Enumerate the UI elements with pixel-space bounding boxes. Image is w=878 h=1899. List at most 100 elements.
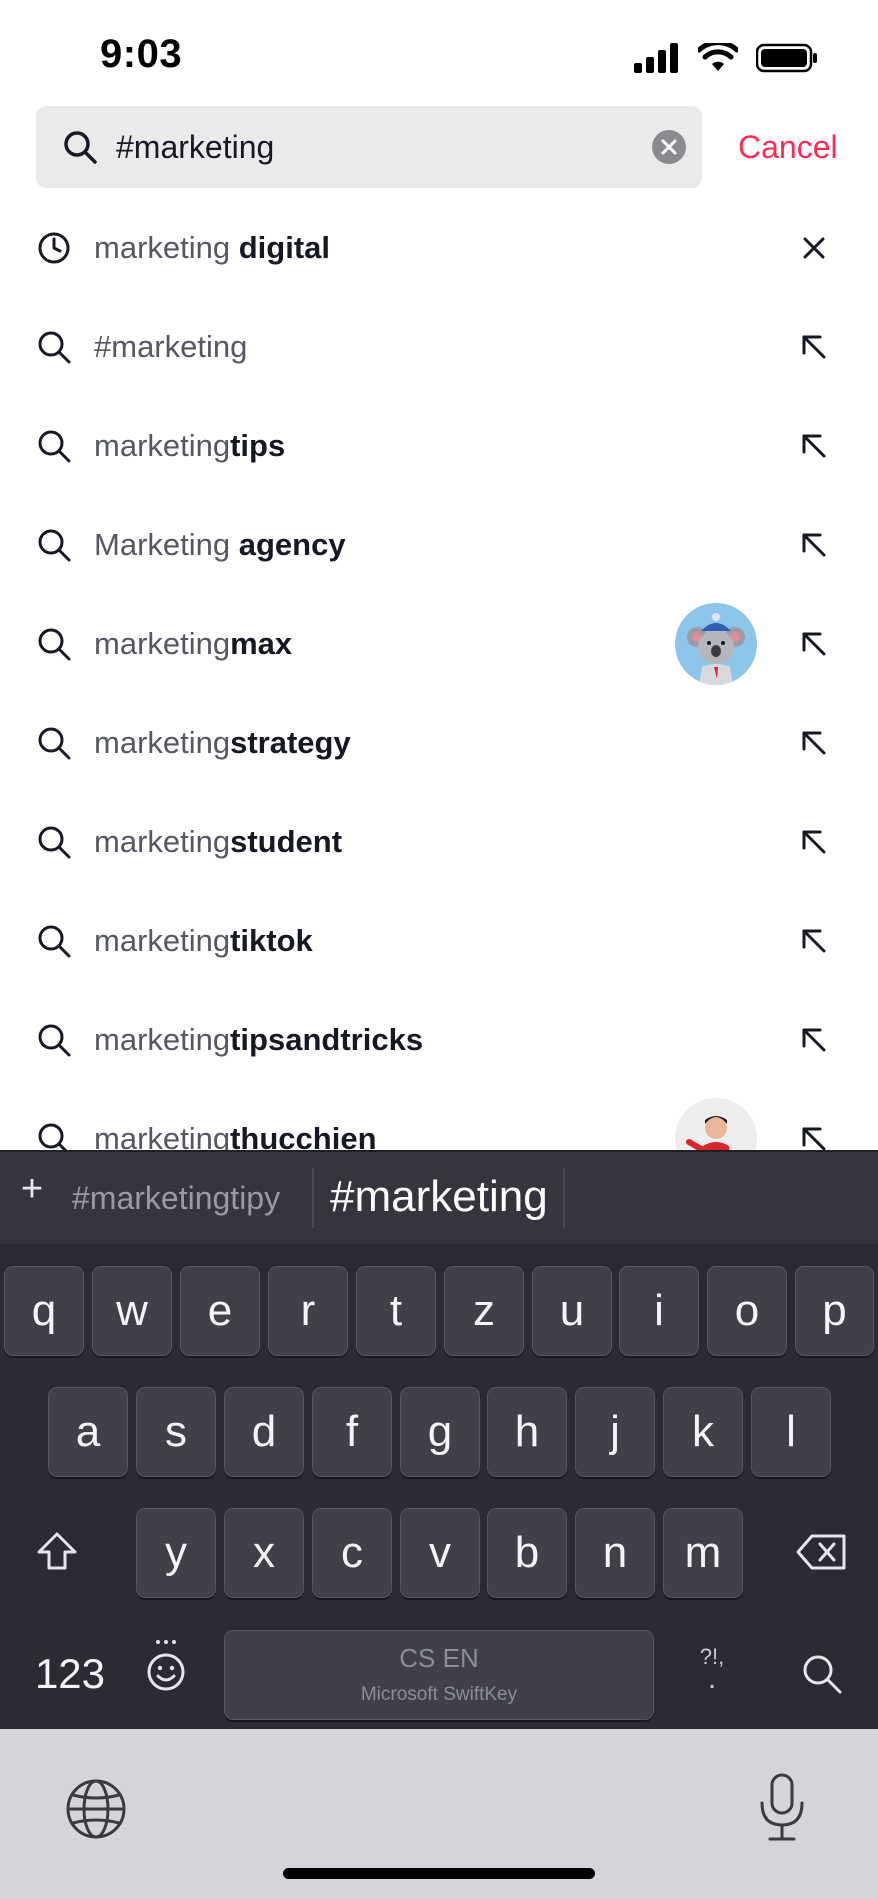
key[interactable]: i: [619, 1266, 699, 1356]
fill-arrow-icon[interactable]: [796, 626, 832, 662]
space-key[interactable]: CS EN Microsoft SwiftKey: [224, 1630, 654, 1720]
search-key[interactable]: [782, 1630, 862, 1720]
key[interactable]: n: [575, 1508, 655, 1598]
suggestion-suffix: max: [230, 626, 293, 661]
microphone-icon[interactable]: [756, 1773, 808, 1843]
suggestion-suffix: tipsandtricks: [230, 1022, 424, 1057]
fill-arrow-icon[interactable]: [796, 725, 832, 761]
status-icons: [634, 40, 818, 76]
suggestion-item[interactable]: marketingtips: [0, 396, 878, 495]
suggestion-text: marketingtipsandtricks: [94, 990, 423, 1089]
suggestion-prefix: marketing: [94, 1022, 231, 1057]
fill-arrow-icon[interactable]: [796, 428, 832, 464]
key[interactable]: w: [92, 1266, 172, 1356]
remove-icon[interactable]: [796, 230, 832, 266]
home-indicator[interactable]: [283, 1868, 595, 1879]
search-field[interactable]: #marketing: [36, 106, 702, 188]
toolbar-plus-icon[interactable]: +: [14, 1168, 50, 1211]
suggestion-item[interactable]: marketingstudent: [0, 792, 878, 891]
key[interactable]: a: [48, 1387, 128, 1477]
suggestion-suffix: tiktok: [230, 923, 313, 958]
suggestion-text: marketingstrategy: [94, 693, 351, 792]
search-input[interactable]: #marketing: [116, 106, 274, 188]
suggestion-item[interactable]: marketingtiktok: [0, 891, 878, 990]
fill-arrow-icon[interactable]: [796, 1022, 832, 1058]
suggestion-item[interactable]: marketingmax: [0, 594, 878, 693]
key[interactable]: x: [224, 1508, 304, 1598]
punctuation-dot: .: [707, 1662, 717, 1696]
globe-icon[interactable]: [64, 1777, 128, 1841]
suggestion-suffix: strategy: [230, 725, 351, 760]
status-time: 9:03: [100, 32, 183, 76]
fill-arrow-icon[interactable]: [796, 923, 832, 959]
shift-icon: [37, 1532, 77, 1570]
key[interactable]: b: [487, 1508, 567, 1598]
key[interactable]: o: [707, 1266, 787, 1356]
koala-avatar: [675, 603, 757, 685]
punctuation-key[interactable]: ?!, .: [684, 1630, 740, 1720]
key[interactable]: l: [751, 1387, 831, 1477]
key[interactable]: c: [312, 1508, 392, 1598]
prediction-divider: [563, 1168, 565, 1228]
fill-arrow-icon[interactable]: [796, 329, 832, 365]
search-icon: [38, 826, 71, 859]
key[interactable]: k: [663, 1387, 743, 1477]
key[interactable]: e: [180, 1266, 260, 1356]
key[interactable]: d: [224, 1387, 304, 1477]
battery-icon: [756, 43, 817, 73]
suggestion-prefix: marketing: [94, 230, 239, 265]
key[interactable]: y: [136, 1508, 216, 1598]
key[interactable]: s: [136, 1387, 216, 1477]
backspace-key[interactable]: [782, 1508, 862, 1598]
prediction-center[interactable]: #marketing: [330, 1152, 548, 1242]
search-icon: [38, 628, 71, 661]
key[interactable]: j: [575, 1387, 655, 1477]
suggestion-item[interactable]: Marketing agency: [0, 495, 878, 594]
key[interactable]: m: [663, 1508, 743, 1598]
suggestion-suffix: digital: [238, 230, 331, 265]
cellular-signal-icon: [634, 43, 678, 73]
space-language-label: CS EN: [399, 1643, 479, 1673]
suggestion-text: marketing digital: [94, 198, 330, 297]
numbers-key[interactable]: 123: [20, 1630, 120, 1720]
suggestion-item[interactable]: marketingstrategy: [0, 693, 878, 792]
search-icon: [38, 727, 71, 760]
suggestion-text: marketingmax: [94, 594, 292, 693]
shift-key[interactable]: [16, 1508, 98, 1598]
key[interactable]: q: [4, 1266, 84, 1356]
suggestion-text: Marketing agency: [94, 495, 346, 594]
clear-search-button[interactable]: [652, 130, 686, 164]
key[interactable]: g: [400, 1387, 480, 1477]
key[interactable]: v: [400, 1508, 480, 1598]
fill-arrow-icon[interactable]: [796, 824, 832, 860]
suggestion-suffix: tips: [230, 428, 286, 463]
search-icon: [38, 430, 71, 463]
suggestion-prefix: marketing: [94, 923, 231, 958]
suggestion-item[interactable]: #marketing: [0, 297, 878, 396]
suggestion-suffix: agency: [238, 527, 346, 562]
history-clock-icon: [38, 232, 70, 264]
cancel-button[interactable]: Cancel: [738, 106, 838, 188]
backspace-icon: [796, 1534, 846, 1570]
key[interactable]: h: [487, 1387, 567, 1477]
search-icon: [38, 1024, 71, 1057]
key[interactable]: t: [356, 1266, 436, 1356]
suggestion-item[interactable]: marketing digital: [0, 198, 878, 297]
fill-arrow-icon[interactable]: [796, 527, 832, 563]
key[interactable]: p: [795, 1266, 874, 1356]
key[interactable]: z: [444, 1266, 524, 1356]
search-icon: [38, 925, 71, 958]
key[interactable]: f: [312, 1387, 392, 1477]
key[interactable]: u: [532, 1266, 612, 1356]
search-icon: [64, 131, 97, 164]
key[interactable]: r: [268, 1266, 348, 1356]
prediction-left[interactable]: #marketingtipy: [72, 1152, 280, 1244]
suggestion-item[interactable]: marketingtipsandtricks: [0, 990, 878, 1089]
suggestion-prefix: marketing: [94, 725, 231, 760]
status-bar: 9:03: [0, 0, 878, 100]
wifi-icon: [698, 43, 738, 71]
suggestion-text: marketingtips: [94, 396, 285, 495]
suggestion-text: #marketing: [94, 297, 247, 396]
suggestion-text: marketingtiktok: [94, 891, 313, 990]
emoji-key[interactable]: [132, 1630, 200, 1720]
